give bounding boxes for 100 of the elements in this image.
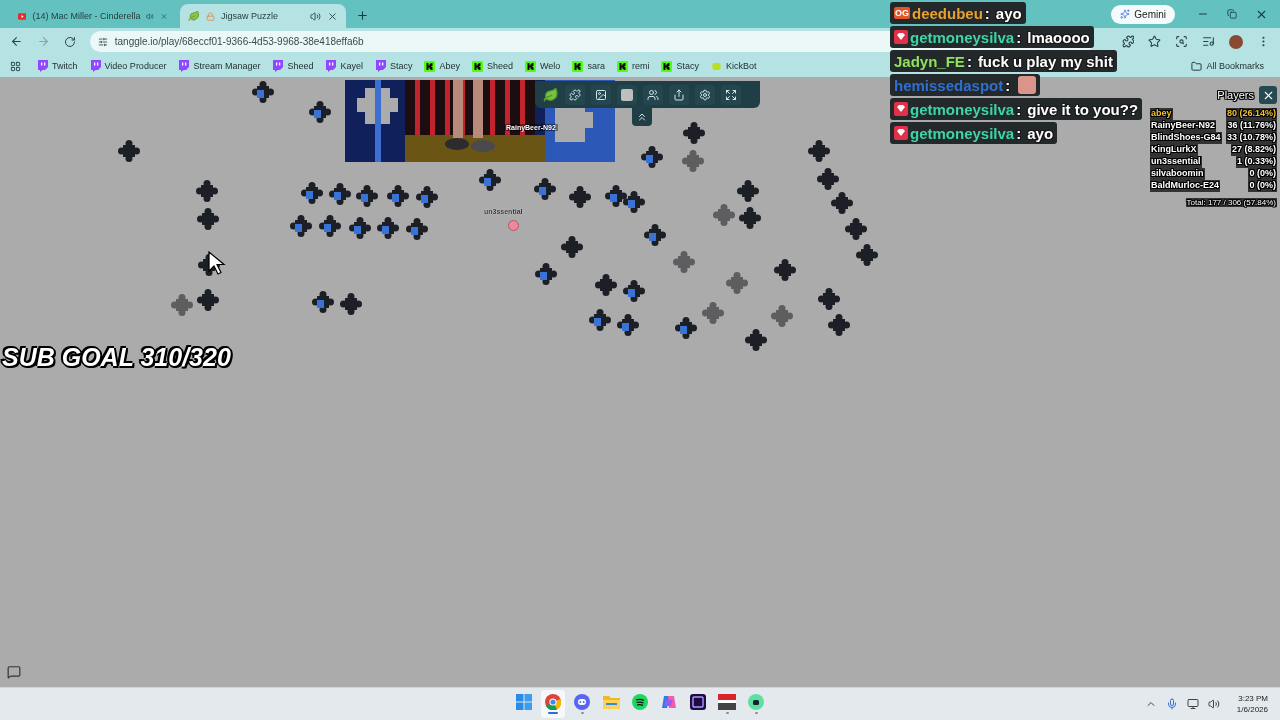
pieces-button[interactable]	[565, 84, 585, 105]
bookmark-link[interactable]: remi	[610, 60, 656, 72]
puzzle-piece[interactable]	[197, 289, 219, 311]
back-icon[interactable]	[10, 35, 23, 48]
puzzle-piece[interactable]	[589, 309, 611, 331]
clock[interactable]: 3:23 PM 1/6/2026	[1236, 693, 1268, 715]
close-button[interactable]	[1259, 86, 1277, 104]
player-score: 0 (0%)	[1248, 168, 1277, 180]
puzzle-piece[interactable]	[356, 185, 378, 207]
puzzle-piece[interactable]	[737, 180, 759, 202]
share-button[interactable]	[669, 84, 689, 105]
players-button[interactable]	[643, 84, 663, 105]
star-icon[interactable]	[1148, 35, 1162, 48]
chat-username: Jadyn_FE	[894, 52, 965, 70]
leaf-icon[interactable]	[543, 86, 559, 103]
puzzle-piece[interactable]	[118, 140, 140, 162]
chat-badge: OG	[894, 7, 910, 19]
bookmark-link[interactable]: Abey	[418, 60, 466, 72]
puzzle-piece[interactable]	[196, 180, 218, 202]
folder-icon	[602, 695, 620, 709]
puzzle-piece[interactable]	[312, 291, 334, 313]
puzzle-piece[interactable]	[856, 244, 878, 266]
puzzle-piece[interactable]	[623, 191, 645, 213]
new-tab-button[interactable]	[356, 9, 369, 22]
puzzle-piece[interactable]	[831, 192, 853, 214]
network-icon[interactable]	[1186, 698, 1199, 710]
bookmark-link[interactable]: KickBot	[704, 60, 763, 72]
puzzle-piece[interactable]	[675, 317, 697, 339]
puzzle-piece[interactable]	[535, 263, 557, 285]
puzzle-piece[interactable]	[406, 218, 428, 240]
chat-button[interactable]	[7, 665, 23, 681]
puzzle-piece[interactable]	[808, 140, 830, 162]
apps-icon[interactable]	[10, 60, 21, 72]
bookmark-link[interactable]: Stacy	[655, 60, 705, 72]
settings-button[interactable]	[695, 84, 715, 105]
reload-icon[interactable]	[63, 35, 76, 48]
puzzle-piece[interactable]	[828, 314, 850, 336]
puzzle-piece[interactable]	[377, 217, 399, 239]
puzzle-piece[interactable]	[252, 81, 274, 103]
puzzle-piece[interactable]	[774, 259, 796, 281]
player-score: 1 (0.33%)	[1235, 156, 1277, 168]
puzzle-piece[interactable]	[569, 186, 591, 208]
puzzle-piece[interactable]	[309, 101, 331, 123]
chat-message: ayo	[995, 4, 1022, 22]
puzzle-piece[interactable]	[623, 280, 645, 302]
tab-search-icon[interactable]	[1175, 35, 1189, 48]
puzzle-piece[interactable]	[329, 183, 351, 205]
puzzle-piece[interactable]	[290, 215, 312, 237]
bookmark-link[interactable]: Video Producer	[83, 60, 173, 72]
gemini-button[interactable]: Gemini	[1111, 4, 1175, 24]
all-bookmarks-link[interactable]: All Bookmarks	[1185, 60, 1270, 72]
bookmark-link[interactable]: sara	[566, 60, 611, 72]
media-icon[interactable]	[1202, 35, 1216, 48]
puzzle-piece[interactable]	[301, 182, 323, 204]
player-name: silvaboomin	[1150, 168, 1205, 180]
avatar-icon[interactable]	[1229, 34, 1244, 49]
speaker-icon[interactable]	[1207, 698, 1220, 710]
puzzle-piece[interactable]	[683, 122, 705, 144]
puzzle-piece[interactable]	[416, 186, 438, 208]
restore-icon[interactable]	[1227, 9, 1237, 19]
bookmark-link[interactable]: Twitch	[31, 60, 84, 72]
microphone-icon[interactable]	[1165, 698, 1178, 710]
bookmark-link[interactable]: Stream Manager	[172, 60, 267, 72]
collapse-button[interactable]	[632, 108, 652, 126]
recorder-icon	[718, 694, 736, 710]
puzzle-piece[interactable]	[605, 185, 627, 207]
puzzle-piece[interactable]	[319, 215, 341, 237]
puzzle-piece[interactable]	[739, 207, 761, 229]
site-info-icon[interactable]	[97, 36, 108, 47]
chat-bubble-icon	[325, 60, 337, 72]
puzzle-piece[interactable]	[817, 168, 839, 190]
chat-message: ayo	[1027, 124, 1054, 142]
puzzle-piece[interactable]	[745, 329, 767, 351]
puzzle-piece[interactable]	[845, 218, 867, 240]
image-button[interactable]	[591, 84, 611, 105]
puzzle-piece[interactable]	[561, 236, 583, 258]
bookmark-link[interactable]: Stacy	[368, 60, 419, 72]
puzzle-piece[interactable]	[534, 178, 556, 200]
puzzle-piece[interactable]	[479, 169, 501, 191]
puzzle-piece[interactable]	[349, 217, 371, 239]
puzzle-piece[interactable]	[818, 288, 840, 310]
bookmark-link[interactable]: Sheed	[266, 60, 320, 72]
puzzle-piece[interactable]	[340, 293, 362, 315]
bookmark-link[interactable]: Welo	[519, 60, 567, 72]
puzzle-piece[interactable]	[641, 146, 663, 168]
puzzle-piece[interactable]	[595, 274, 617, 296]
speaker-icon[interactable]	[310, 10, 321, 22]
bookmark-link[interactable]: Sheed	[466, 60, 520, 72]
puzzle-piece[interactable]	[387, 185, 409, 207]
fullscreen-button[interactable]	[721, 84, 741, 105]
game-controller-icon	[574, 694, 590, 710]
extensions-icon[interactable]	[1121, 35, 1135, 48]
bookmark-link[interactable]: Kayel	[319, 60, 369, 72]
player-name: KingLurkX	[1150, 144, 1198, 156]
background-button[interactable]	[617, 84, 637, 105]
puzzle-piece[interactable]	[644, 224, 666, 246]
puzzle-piece[interactable]	[617, 314, 639, 336]
browser-tab[interactable]: Jigsaw Puzzle	[180, 4, 346, 28]
puzzle-piece[interactable]	[197, 208, 219, 230]
close-icon[interactable]	[327, 10, 338, 22]
